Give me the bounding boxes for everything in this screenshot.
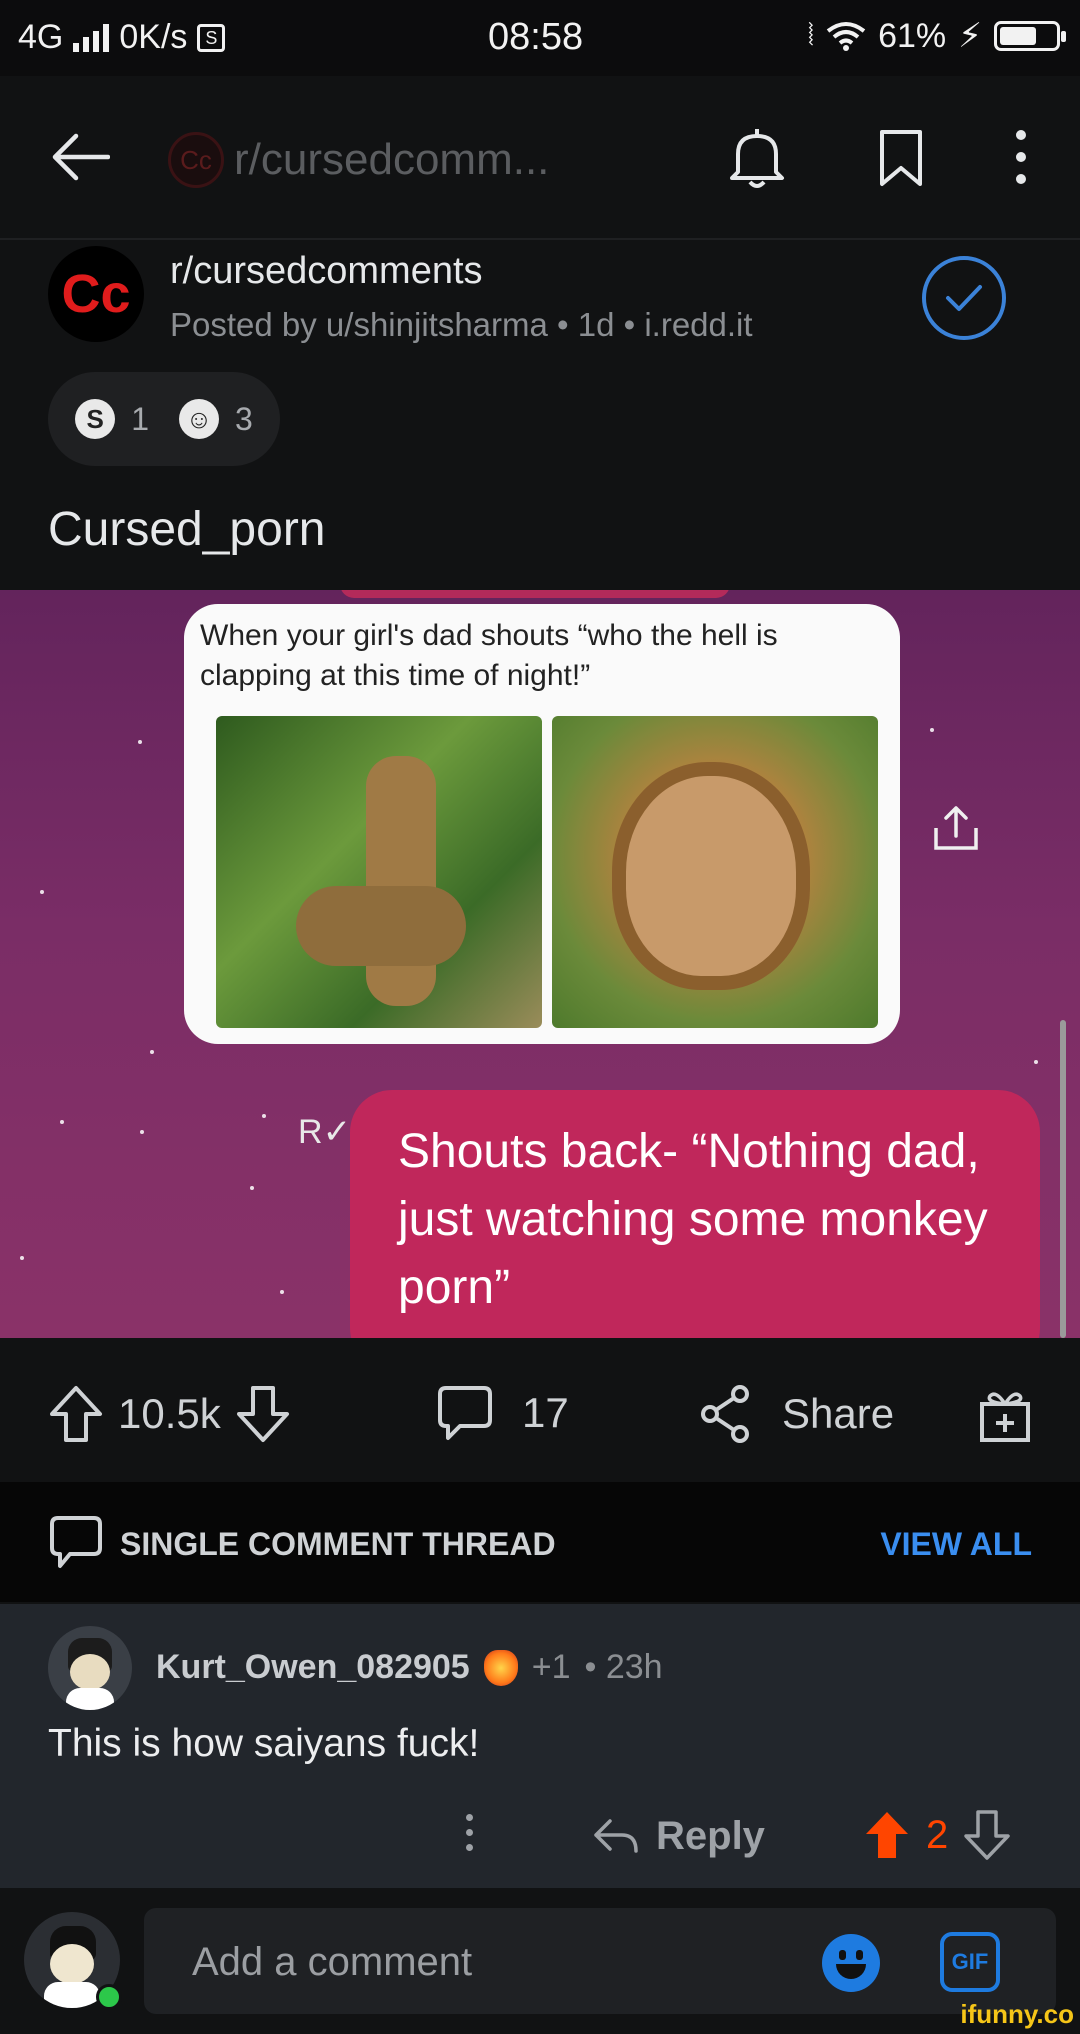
subreddit-avatar[interactable]: Cc	[48, 246, 144, 342]
reply-bubble-text: Shouts back- “Nothing dad, just watching…	[398, 1125, 988, 1314]
comments-button[interactable]: 17	[436, 1384, 569, 1442]
gif-label: GIF	[951, 1949, 989, 1974]
subreddit-name[interactable]: r/cursedcomments	[170, 250, 483, 293]
battery-icon	[994, 21, 1066, 51]
share-label: Share	[782, 1390, 895, 1437]
post-title: Cursed_porn	[48, 503, 326, 556]
thread-comment-icon	[50, 1516, 102, 1568]
share-button[interactable]: Share	[698, 1384, 894, 1444]
vote-count: 10.5k	[118, 1390, 221, 1437]
header-title: r/cursedcomm...	[234, 135, 550, 184]
monkey-photo-right	[552, 716, 878, 1028]
comment-downvote-icon[interactable]	[964, 1810, 1010, 1860]
read-receipt-icon: R✓	[298, 1113, 352, 1151]
comment-body: This is how saiyans fuck!	[48, 1722, 480, 1765]
award-gift-icon[interactable]	[976, 1386, 1034, 1444]
clock: 08:58	[488, 16, 584, 58]
meme-caption: When your girl's dad shouts “who the hel…	[200, 619, 778, 692]
comment-count: 17	[522, 1389, 569, 1436]
comment-icon	[438, 1386, 492, 1440]
comment-award-icon	[483, 1649, 518, 1686]
gif-button[interactable]: GIF	[940, 1932, 1000, 1992]
overflow-menu-icon[interactable]	[1016, 130, 1026, 184]
vibrate-icon: ⦚	[807, 19, 815, 52]
comment-card: Kurt_Owen_082905 +1 • 23h This is how sa…	[0, 1604, 1080, 1888]
screenshot-icon: S	[197, 23, 226, 52]
reply-arrow-icon	[594, 1818, 638, 1853]
header-subreddit[interactable]: Cc r/cursedcomm...	[168, 132, 549, 188]
add-comment-input[interactable]: Add a comment GIF	[144, 1908, 1056, 2014]
top-app-bar: Cc r/cursedcomm...	[0, 76, 1080, 240]
bookmark-icon[interactable]	[878, 128, 924, 188]
status-left: 4G 0K/s S	[18, 18, 226, 57]
comment-award-count: +1	[531, 1648, 571, 1686]
comment-score: 2	[926, 1812, 949, 1857]
network-type: 4G	[18, 18, 64, 56]
monkey-bending	[296, 886, 466, 966]
status-bar: 4G 0K/s S 08:58 ⦚ 61% ⚡	[0, 0, 1080, 76]
upvote-icon[interactable]	[48, 1384, 104, 1444]
status-right: ⦚ 61% ⚡	[807, 16, 1066, 56]
comment-composer-bar: Add a comment GIF ifunny.co	[0, 1888, 1080, 2034]
reply-button[interactable]: Reply	[592, 1814, 765, 1859]
monkey-photo-left	[216, 716, 542, 1028]
commenter-avatar[interactable]	[48, 1626, 132, 1710]
thread-label: SINGLE COMMENT THREAD	[120, 1526, 556, 1562]
scrollbar[interactable]	[1060, 1020, 1066, 1338]
add-comment-placeholder: Add a comment	[192, 1940, 473, 1984]
share-icon	[701, 1385, 749, 1443]
wifi-icon	[826, 22, 866, 51]
charging-icon: ⚡	[958, 17, 982, 55]
comment-age: • 23h	[584, 1648, 663, 1686]
read-receipt-letter: R	[298, 1113, 323, 1151]
monkey-standing	[366, 756, 436, 1006]
vote-group: 10.5k	[48, 1384, 291, 1444]
comment-header: Kurt_Owen_082905 +1 • 23h	[156, 1648, 663, 1687]
joined-check-button[interactable]	[922, 256, 1006, 340]
comment-more-icon[interactable]	[466, 1814, 473, 1851]
battery-percent: 61%	[878, 16, 947, 55]
back-arrow-icon[interactable]	[50, 132, 110, 182]
comment-actions: Reply 2	[0, 1802, 1080, 1882]
ifunny-watermark: ifunny.co	[960, 1999, 1074, 2029]
single-thread-bar: SINGLE COMMENT THREAD VIEW ALL	[0, 1482, 1080, 1602]
header-subreddit-avatar: Cc	[168, 132, 224, 188]
reply-label: Reply	[656, 1814, 765, 1858]
wholesome-award-icon: ☺	[179, 399, 219, 439]
silver-award-icon: S	[75, 399, 116, 439]
emoji-icon[interactable]	[822, 1934, 880, 1992]
image-share-icon[interactable]	[930, 802, 982, 854]
award-count-wholesome: 3	[235, 400, 253, 437]
view-all-link[interactable]: VIEW ALL	[880, 1526, 1032, 1563]
post-meta: Posted by u/shinjitsharma • 1d • i.redd.…	[170, 306, 753, 343]
reply-bubble: Shouts back- “Nothing dad, just watching…	[350, 1090, 1040, 1338]
downvote-icon[interactable]	[235, 1384, 291, 1444]
award-count-silver: 1	[131, 400, 149, 437]
comment-vote-group: 2	[864, 1810, 1010, 1860]
bell-icon[interactable]	[726, 126, 788, 190]
post-image[interactable]: When your girl's dad shouts “who the hel…	[0, 590, 1080, 1338]
post-actions: 10.5k 17 Share	[0, 1338, 1080, 1480]
online-status-dot	[96, 1984, 122, 2010]
signal-icon	[73, 23, 110, 52]
check-icon	[946, 285, 982, 311]
comment-username[interactable]: Kurt_Owen_082905	[156, 1648, 470, 1687]
comment-upvote-icon[interactable]	[864, 1810, 910, 1860]
monkey-face	[626, 776, 796, 976]
meme-card: When your girl's dad shouts “who the hel…	[184, 604, 900, 1044]
network-speed: 0K/s	[119, 18, 188, 56]
message-bubble-top	[340, 590, 730, 598]
awards-pill[interactable]: S 1 ☺ 3	[48, 372, 280, 466]
